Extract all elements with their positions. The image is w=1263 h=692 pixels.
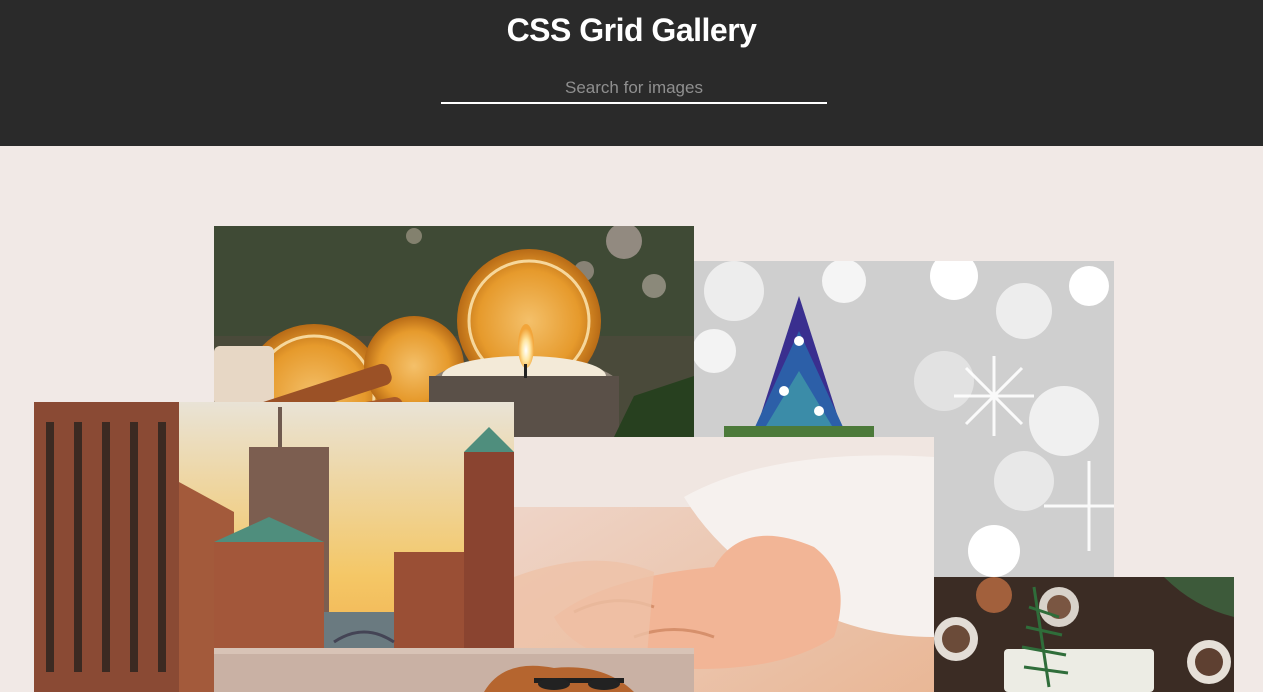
page-title: CSS Grid Gallery: [506, 12, 757, 48]
gallery-image-pine-cones[interactable]: [934, 577, 1234, 692]
search-input[interactable]: [441, 74, 827, 104]
site-header: CSS Grid Gallery: [0, 0, 1263, 146]
gallery-image-dog[interactable]: [214, 648, 694, 692]
